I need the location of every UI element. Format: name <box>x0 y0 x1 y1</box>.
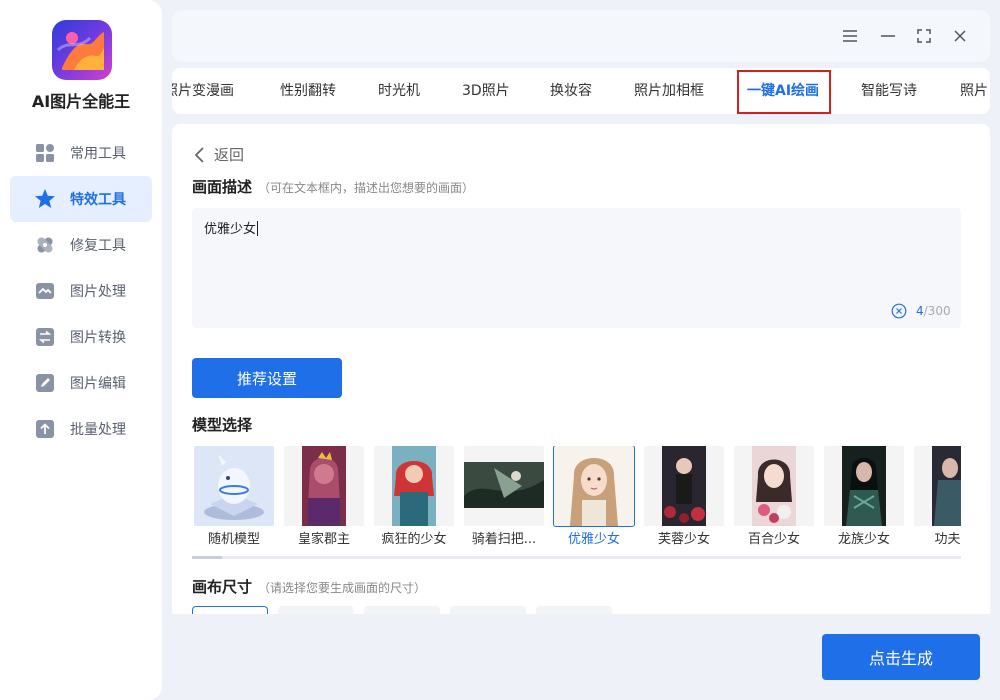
model-label: 疯狂的少女 <box>381 532 447 547</box>
sidebar-item-label: 修复工具 <box>70 238 126 254</box>
bandage-icon <box>34 234 56 256</box>
canvas-size-title: 画布尺寸 <box>192 578 253 596</box>
sidebar-item-image-convert[interactable]: 图片转换 <box>10 314 152 360</box>
sidebar-item-batch[interactable]: 批量处理 <box>10 406 152 452</box>
sidebar-item-label: 图片转换 <box>70 330 126 346</box>
sidebar-item-repair-tools[interactable]: 修复工具 <box>10 222 152 268</box>
model-card[interactable]: 芙蓉少女 <box>644 446 724 548</box>
sidebar-item-label: 特效工具 <box>70 192 126 208</box>
tab-photo-to-comic[interactable]: 照片变漫画 <box>172 68 234 114</box>
tab-photo-frame[interactable]: 照片加相框 <box>634 68 704 114</box>
description-title: 画面描述 <box>192 178 253 196</box>
description-value[interactable]: 优雅少女 <box>204 218 258 237</box>
model-card[interactable]: 功夫女 <box>914 446 961 548</box>
canvas-size-hint: （请选择您要生成画面的尺寸） <box>258 581 427 595</box>
close-icon[interactable] <box>948 24 972 48</box>
clear-icon[interactable] <box>891 303 907 319</box>
model-thumbnail <box>553 446 635 527</box>
canvas-size-option[interactable] <box>450 606 526 614</box>
model-label: 随机模型 <box>207 532 260 547</box>
model-thumbnail <box>824 446 904 526</box>
canvas-size-option[interactable] <box>364 606 440 614</box>
image-wave-icon <box>34 280 56 302</box>
sidebar-item-image-processing[interactable]: 图片处理 <box>10 268 152 314</box>
model-thumbnail <box>374 446 454 526</box>
description-heading: 画面描述 （可在文本框内，描述出您想要的画面） <box>192 176 474 197</box>
sidebar-item-label: 常用工具 <box>70 146 126 162</box>
sidebar: AI图片全能王 常用工具 特效工具 修复工具 图片处理 图片转换 图片编辑 批量… <box>0 0 162 700</box>
model-label: 骑着扫把... <box>471 532 537 547</box>
canvas-size-option[interactable] <box>278 606 354 614</box>
star-icon <box>34 188 56 210</box>
sidebar-item-label: 图片编辑 <box>70 376 126 392</box>
model-card[interactable]: 随机模型 <box>194 446 274 548</box>
model-section-title: 模型选择 <box>192 416 253 434</box>
minimize-icon[interactable] <box>876 24 900 48</box>
active-tab-highlight <box>737 70 831 114</box>
model-thumbnail <box>914 446 961 526</box>
canvas-size-option[interactable] <box>536 606 612 614</box>
chevron-left-icon <box>194 146 204 163</box>
title-bar <box>172 10 990 62</box>
tab-gender-swap[interactable]: 性别翻转 <box>280 68 336 114</box>
grid-icon <box>34 142 56 164</box>
model-label: 功夫女 <box>934 532 961 547</box>
menu-icon[interactable] <box>838 24 862 48</box>
tab-makeup[interactable]: 换妆容 <box>550 68 592 114</box>
model-label: 优雅少女 <box>567 532 620 547</box>
description-input[interactable]: 优雅少女 4/300 <box>192 208 961 328</box>
model-label: 芙蓉少女 <box>657 532 710 547</box>
model-thumbnail <box>464 446 544 526</box>
model-card[interactable]: 优雅少女 <box>553 446 635 548</box>
model-label: 皇家郡主 <box>297 532 350 547</box>
app-logo <box>52 20 112 80</box>
model-card[interactable]: 龙族少女 <box>824 446 904 548</box>
model-thumbnail <box>734 446 814 526</box>
maximize-icon[interactable] <box>912 24 936 48</box>
main-panel: 返回 画面描述 （可在文本框内，描述出您想要的画面） 优雅少女 4/300 推荐设… <box>172 124 990 614</box>
model-label: 龙族少女 <box>837 532 890 547</box>
tab-photo-more[interactable]: 照片 <box>960 68 988 114</box>
convert-icon <box>34 326 56 348</box>
upload-icon <box>34 418 56 440</box>
model-card[interactable]: 皇家郡主 <box>284 446 364 548</box>
tab-time-machine[interactable]: 时光机 <box>378 68 420 114</box>
sidebar-item-label: 图片处理 <box>70 284 126 300</box>
model-thumbnail <box>194 446 274 526</box>
sidebar-nav: 常用工具 特效工具 修复工具 图片处理 图片转换 图片编辑 批量处理 <box>10 130 152 452</box>
sidebar-item-effects-tools[interactable]: 特效工具 <box>10 176 152 222</box>
canvas-size-heading: 画布尺寸 （请选择您要生成画面的尺寸） <box>192 576 426 597</box>
sidebar-item-image-edit[interactable]: 图片编辑 <box>10 360 152 406</box>
char-max: /300 <box>923 304 951 318</box>
app-title: AI图片全能王 <box>31 92 131 111</box>
model-card[interactable]: 百合少女 <box>734 446 814 548</box>
model-list: 随机模型 皇家郡主 疯狂的少女 骑着扫把... 优雅少女 芙蓉少女 百合少女 龙… <box>192 446 961 550</box>
model-thumbnail <box>644 446 724 526</box>
edit-icon <box>34 372 56 394</box>
generate-button[interactable]: 点击生成 <box>822 634 980 680</box>
back-label: 返回 <box>214 146 245 164</box>
model-card[interactable]: 疯狂的少女 <box>374 446 454 548</box>
char-counter: 4/300 <box>916 304 951 318</box>
tab-smart-poem[interactable]: 智能写诗 <box>861 68 917 114</box>
char-count: 4 <box>916 304 924 318</box>
scrollbar-thumb[interactable] <box>192 556 222 559</box>
model-thumbnail <box>284 446 364 526</box>
feature-tab-bar: 照片变漫画 性别翻转 时光机 3D照片 换妆容 照片加相框 一键AI绘画 智能写… <box>172 68 990 114</box>
back-button[interactable]: 返回 <box>192 144 244 165</box>
sidebar-item-common-tools[interactable]: 常用工具 <box>10 130 152 176</box>
description-hint: （可在文本框内，描述出您想要的画面） <box>258 181 475 195</box>
tab-3d-photo[interactable]: 3D照片 <box>462 68 510 114</box>
model-label: 百合少女 <box>747 532 800 547</box>
canvas-size-option[interactable] <box>192 606 268 614</box>
model-card[interactable]: 骑着扫把... <box>464 446 544 548</box>
recommend-settings-button[interactable]: 推荐设置 <box>192 358 342 398</box>
model-list-scrollbar[interactable] <box>192 556 961 559</box>
sidebar-item-label: 批量处理 <box>70 422 126 438</box>
